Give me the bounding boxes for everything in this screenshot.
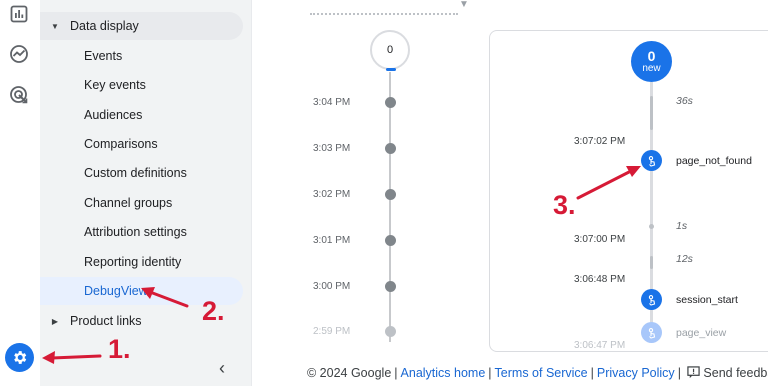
analytics-home-link[interactable]: Analytics home [401, 366, 486, 380]
arrow-1 [42, 351, 102, 364]
annotation-step-2: 2. [202, 296, 225, 326]
terms-of-service-link[interactable]: Terms of Service [495, 366, 588, 380]
copyright-text: © 2024 Google [307, 366, 392, 380]
annotation-arrows [42, 166, 641, 364]
arrow-2 [141, 287, 189, 308]
annotation-step-3: 3. [553, 190, 576, 220]
arrow-3 [576, 166, 641, 200]
send-feedback-label: Send feedba [703, 366, 768, 380]
page-footer: © 2024 Google | Analytics home | Terms of Se… [307, 366, 768, 380]
send-feedback-button[interactable]: Send feedba [687, 366, 768, 380]
annotation-step-1: 1. [108, 334, 131, 364]
feedback-icon [687, 366, 701, 379]
privacy-policy-link[interactable]: Privacy Policy [597, 366, 675, 380]
